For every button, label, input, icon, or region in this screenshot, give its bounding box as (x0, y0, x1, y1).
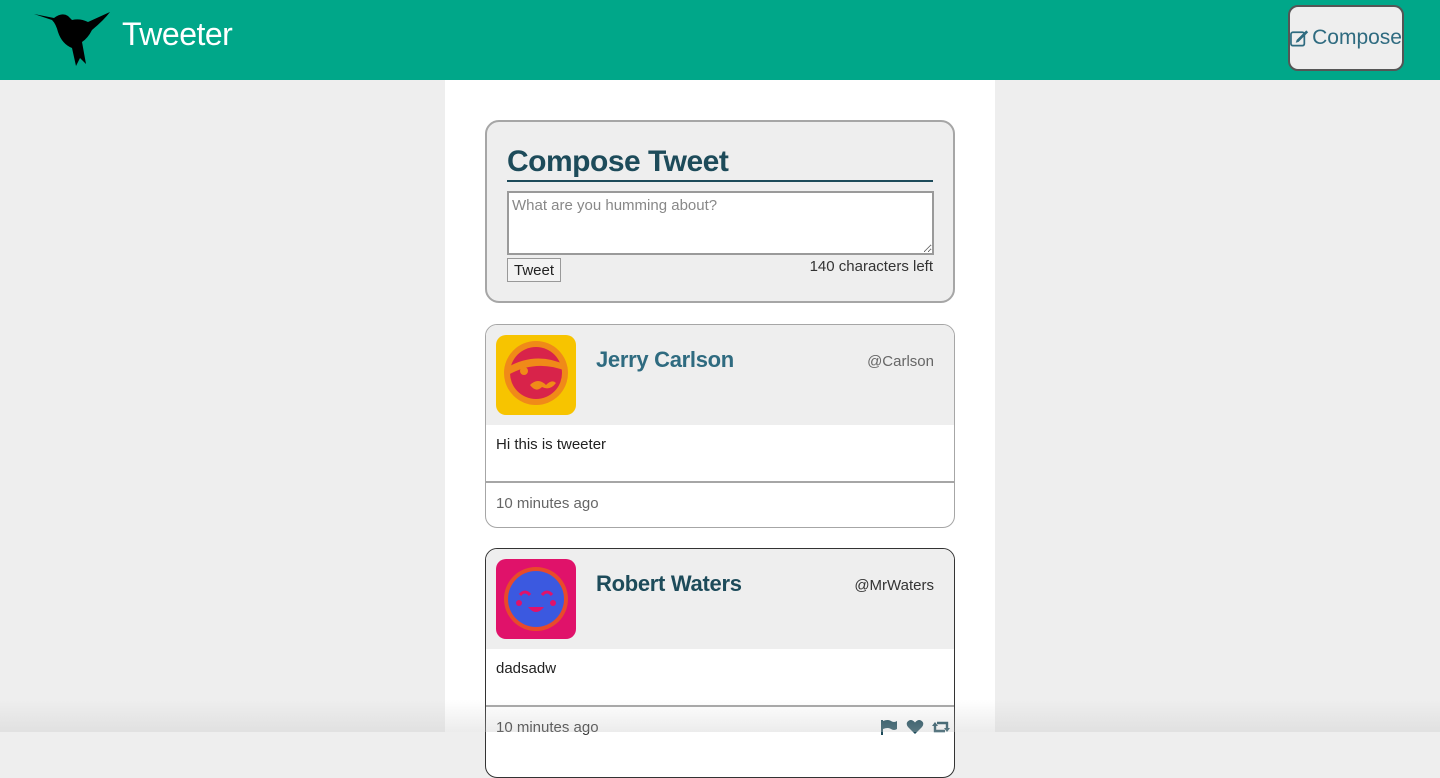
tweet-actions (880, 719, 950, 735)
tweet-header: Robert Waters @MrWaters (486, 549, 954, 649)
tweet-text: Hi this is tweeter (496, 436, 607, 453)
user-name: Jerry Carlson (596, 347, 734, 372)
tweet-footer: 10 minutes ago (486, 483, 954, 527)
tweet-body: dadsadw (486, 649, 954, 707)
compose-tweet-panel: Compose Tweet Tweet 140 characters left (485, 120, 955, 303)
tweet-submit-button[interactable]: Tweet (507, 258, 561, 282)
tweet-card: Jerry Carlson @Carlson Hi this is tweete… (485, 324, 955, 528)
smiley-avatar-icon (496, 559, 576, 639)
tweet-card: Robert Waters @MrWaters dadsadw 10 minut… (485, 548, 955, 778)
brand-title[interactable]: Tweeter (122, 16, 233, 53)
flag-icon[interactable] (880, 719, 898, 735)
character-counter: 140 characters left (809, 258, 933, 275)
user-name: Robert Waters (596, 571, 742, 596)
user-handle: @Carlson (867, 353, 934, 370)
heart-icon[interactable] (906, 719, 924, 735)
compose-button[interactable]: Compose (1288, 5, 1404, 71)
hummingbird-logo-icon[interactable] (32, 8, 112, 68)
tweet-footer: 10 minutes ago (486, 707, 954, 753)
tweet-timestamp: 10 minutes ago (496, 719, 599, 736)
tweet-text: dadsadw (496, 660, 557, 677)
compose-title: Compose Tweet (507, 144, 933, 182)
retweet-icon[interactable] (932, 719, 950, 735)
tweet-input[interactable] (507, 191, 934, 255)
navbar: Tweeter Compose (0, 0, 1440, 80)
tweet-timestamp: 10 minutes ago (496, 495, 599, 512)
tweet-header: Jerry Carlson @Carlson (486, 325, 954, 425)
user-handle: @MrWaters (854, 577, 934, 594)
main-container: Compose Tweet Tweet 140 characters left … (445, 80, 995, 778)
compose-button-label: Compose (1312, 26, 1402, 49)
tweet-body: Hi this is tweeter (486, 425, 954, 483)
pirate-avatar-icon (496, 335, 576, 415)
edit-icon (1290, 30, 1309, 47)
